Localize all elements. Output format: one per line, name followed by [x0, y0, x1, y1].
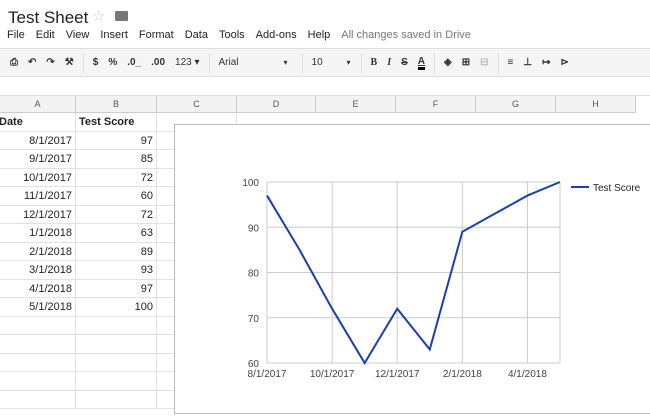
header-cell[interactable]: Date	[0, 113, 76, 132]
decrease-decimal-button[interactable]: .0_	[127, 57, 141, 68]
column-header-a[interactable]: A	[0, 96, 76, 113]
star-icon[interactable]: ☆	[92, 7, 105, 25]
paint-format-icon[interactable]: ⚒	[65, 57, 74, 68]
date-cell[interactable]: 1/1/2018	[0, 224, 76, 243]
chevron-down-icon: ▾	[347, 58, 351, 67]
menu-format[interactable]: Format	[139, 29, 174, 41]
empty-cell[interactable]	[76, 335, 157, 354]
increase-decimal-button[interactable]: .00	[151, 57, 165, 68]
undo-icon[interactable]: ↶	[28, 57, 36, 68]
percent-button[interactable]: %	[108, 57, 117, 68]
y-tick-label: 70	[248, 314, 260, 325]
score-cell[interactable]: 72	[76, 206, 157, 225]
save-status: All changes saved in Drive	[341, 29, 471, 41]
date-cell[interactable]: 10/1/2017	[0, 169, 76, 188]
font-size-dropdown[interactable]: 10	[312, 57, 342, 68]
text-rotate-icon[interactable]: ⊳	[560, 57, 568, 68]
date-cell[interactable]: 5/1/2018	[0, 298, 76, 317]
text-wrap-icon[interactable]: ↦	[542, 57, 550, 68]
font-dropdown[interactable]: Arial	[219, 57, 279, 68]
column-header-h[interactable]: H	[556, 96, 636, 113]
toolbar: ⎙ ↶ ↷ ⚒ $ % .0_ .00 123 ▾ Arial ▾ 10 ▾ B…	[0, 48, 650, 77]
date-cell[interactable]: 8/1/2017	[0, 132, 76, 151]
empty-cell[interactable]	[76, 372, 157, 391]
date-cell[interactable]: 4/1/2018	[0, 280, 76, 299]
redo-icon[interactable]: ↷	[46, 57, 54, 68]
menu-add-ons[interactable]: Add-ons	[256, 29, 297, 41]
align-left-icon[interactable]: ≡	[508, 57, 514, 68]
fill-color-icon[interactable]: ◈	[444, 57, 452, 68]
column-header-e[interactable]: E	[316, 96, 396, 113]
folder-icon[interactable]	[115, 11, 128, 21]
line-chart[interactable]: 607080901008/1/201710/1/201712/1/20172/1…	[174, 124, 650, 414]
empty-cell[interactable]	[0, 372, 76, 391]
score-cell[interactable]: 60	[76, 187, 157, 206]
score-cell[interactable]: 63	[76, 224, 157, 243]
chart-svg: 607080901008/1/201710/1/201712/1/20172/1…	[175, 125, 650, 415]
y-tick-label: 80	[248, 269, 260, 280]
text-color-button[interactable]: A	[418, 56, 425, 70]
x-tick-label: 8/1/2017	[248, 369, 287, 380]
menu-help[interactable]: Help	[308, 29, 331, 41]
empty-cell[interactable]	[76, 317, 157, 336]
score-cell[interactable]: 89	[76, 243, 157, 262]
date-cell[interactable]: 9/1/2017	[0, 150, 76, 169]
print-icon[interactable]: ⎙	[10, 57, 18, 68]
date-cell[interactable]: 3/1/2018	[0, 261, 76, 280]
score-cell[interactable]: 100	[76, 298, 157, 317]
empty-cell[interactable]	[0, 354, 76, 373]
score-cell[interactable]: 85	[76, 150, 157, 169]
merge-cells-icon[interactable]: ⊟	[480, 57, 488, 68]
empty-cell[interactable]	[0, 335, 76, 354]
menu-insert[interactable]: Insert	[100, 29, 128, 41]
number-format-dropdown[interactable]: 123 ▾	[175, 57, 199, 68]
formula-bar[interactable]	[0, 78, 650, 96]
score-cell[interactable]: 93	[76, 261, 157, 280]
date-cell[interactable]: 12/1/2017	[0, 206, 76, 225]
menu-file[interactable]: File	[7, 29, 25, 41]
column-header-d[interactable]: D	[237, 96, 316, 113]
borders-icon[interactable]: ⊞	[462, 57, 470, 68]
x-tick-label: 2/1/2018	[443, 369, 482, 380]
empty-cell[interactable]	[76, 354, 157, 373]
empty-cell[interactable]	[76, 391, 157, 410]
header-cell[interactable]: Test Score	[76, 113, 157, 132]
column-header-b[interactable]: B	[76, 96, 157, 113]
document-title[interactable]: Test Sheet	[8, 8, 88, 28]
y-tick-label: 100	[242, 178, 259, 189]
empty-cell[interactable]	[0, 391, 76, 410]
column-header-g[interactable]: G	[476, 96, 556, 113]
x-tick-label: 4/1/2018	[508, 369, 547, 380]
menu-view[interactable]: View	[66, 29, 90, 41]
score-cell[interactable]: 72	[76, 169, 157, 188]
date-cell[interactable]: 11/1/2017	[0, 187, 76, 206]
vertical-align-icon[interactable]: ⊥	[523, 57, 532, 68]
bold-button[interactable]: B	[371, 57, 378, 68]
menu-tools[interactable]: Tools	[219, 29, 245, 41]
date-cell[interactable]: 2/1/2018	[0, 243, 76, 262]
legend-label: Test Score	[593, 183, 641, 194]
x-tick-label: 12/1/2017	[375, 369, 420, 380]
y-tick-label: 90	[248, 223, 260, 234]
menu-bar: File Edit View Insert Format Data Tools Add-ons…	[7, 29, 482, 41]
menu-edit[interactable]: Edit	[36, 29, 55, 41]
column-header-c[interactable]: C	[157, 96, 237, 113]
score-cell[interactable]: 97	[76, 280, 157, 299]
menu-data[interactable]: Data	[185, 29, 208, 41]
empty-cell[interactable]	[0, 317, 76, 336]
x-tick-label: 10/1/2017	[310, 369, 355, 380]
italic-button[interactable]: I	[387, 57, 391, 68]
chevron-down-icon: ▾	[284, 58, 288, 67]
strikethrough-button[interactable]: S	[401, 57, 408, 68]
score-cell[interactable]: 97	[76, 132, 157, 151]
currency-button[interactable]: $	[93, 57, 99, 68]
column-header-f[interactable]: F	[396, 96, 476, 113]
